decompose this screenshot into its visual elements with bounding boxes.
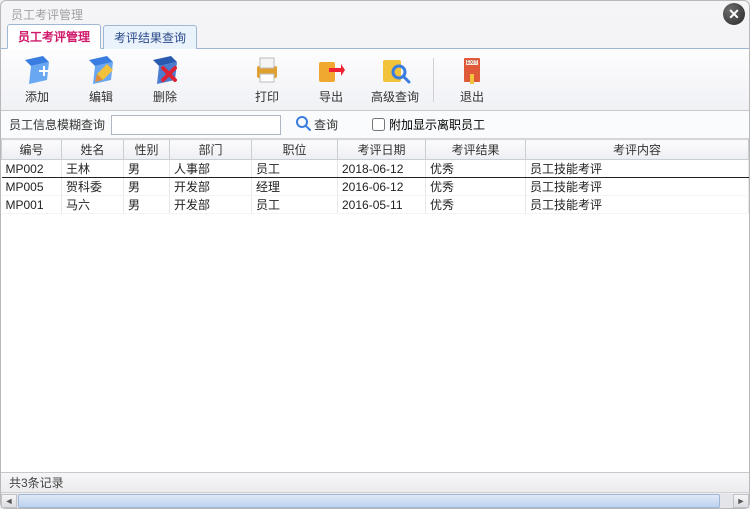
table-header-row: 编号 姓名 性别 部门 职位 考评日期 考评结果 考评内容 (2, 140, 749, 160)
tab-review-result-query[interactable]: 考评结果查询 (103, 25, 197, 49)
close-button[interactable]: ✕ (723, 3, 745, 25)
tab-label: 员工考评管理 (18, 30, 90, 44)
col-header-pos[interactable]: 职位 (252, 140, 338, 160)
checkbox-input[interactable] (372, 118, 385, 131)
cell-pos: 员工 (252, 196, 338, 214)
cell-content: 员工技能考评 (526, 160, 749, 178)
query-button[interactable]: 查询 (287, 113, 346, 136)
add-icon (21, 54, 53, 86)
cell-result: 优秀 (426, 196, 526, 214)
cell-id: MP005 (2, 178, 62, 196)
magnifier-icon (295, 115, 311, 134)
button-label: 编辑 (89, 88, 113, 105)
cell-gender: 男 (124, 178, 170, 196)
exit-icon: EXIT (456, 54, 488, 86)
delete-button[interactable]: 删除 (135, 53, 195, 107)
col-header-result[interactable]: 考评结果 (426, 140, 526, 160)
cell-result: 优秀 (426, 178, 526, 196)
col-header-gender[interactable]: 性别 (124, 140, 170, 160)
table-empty-area (1, 214, 749, 472)
searchbar: 员工信息模糊查询 查询 附加显示离职员工 (1, 111, 749, 139)
toolbar-separator (433, 58, 434, 102)
export-icon (315, 54, 347, 86)
tab-employee-review-mgmt[interactable]: 员工考评管理 (7, 24, 101, 49)
cell-result: 优秀 (426, 160, 526, 178)
query-button-label: 查询 (314, 116, 338, 133)
tab-label: 考评结果查询 (114, 31, 186, 45)
cell-id: MP001 (2, 196, 62, 214)
button-label: 删除 (153, 88, 177, 105)
scroll-thumb[interactable] (18, 494, 720, 508)
cell-content: 员工技能考评 (526, 178, 749, 196)
table-row[interactable]: MP001马六男开发部员工2016-05-11优秀员工技能考评 (2, 196, 749, 214)
close-icon: ✕ (728, 6, 740, 23)
print-icon (251, 54, 283, 86)
col-header-date[interactable]: 考评日期 (338, 140, 426, 160)
show-resigned-checkbox[interactable]: 附加显示离职员工 (372, 116, 485, 133)
exit-button[interactable]: EXIT 退出 (442, 53, 502, 107)
cell-content: 员工技能考评 (526, 196, 749, 214)
cell-id: MP002 (2, 160, 62, 178)
search-label: 员工信息模糊查询 (9, 116, 105, 133)
edit-icon (85, 54, 117, 86)
add-button[interactable]: 添加 (7, 53, 67, 107)
button-label: 导出 (319, 88, 343, 105)
scroll-right-arrow[interactable]: ► (733, 494, 749, 508)
col-header-name[interactable]: 姓名 (62, 140, 124, 160)
cell-date: 2016-05-11 (338, 196, 426, 214)
app-window: 员工考评管理 ✕ 员工考评管理 考评结果查询 添加 编辑 (0, 0, 750, 509)
button-label: 高级查询 (371, 88, 419, 105)
button-label: 退出 (460, 88, 484, 105)
col-header-dept[interactable]: 部门 (170, 140, 252, 160)
search-icon (379, 54, 411, 86)
cell-name: 贺科委 (62, 178, 124, 196)
statusbar: 共3条记录 (1, 472, 749, 492)
print-button[interactable]: 打印 (237, 53, 297, 107)
cell-name: 马六 (62, 196, 124, 214)
toolbar: 添加 编辑 删除 打印 导出 (1, 49, 749, 111)
tabstrip: 员工考评管理 考评结果查询 (1, 27, 749, 49)
export-button[interactable]: 导出 (301, 53, 361, 107)
cell-date: 2016-06-12 (338, 178, 426, 196)
button-label: 添加 (25, 88, 49, 105)
window-title: 员工考评管理 (7, 6, 83, 23)
titlebar: 员工考评管理 ✕ (1, 1, 749, 27)
table-row[interactable]: MP002王林男人事部员工2018-06-12优秀员工技能考评 (2, 160, 749, 178)
table-row[interactable]: MP005贺科委男开发部经理2016-06-12优秀员工技能考评 (2, 178, 749, 196)
cell-date: 2018-06-12 (338, 160, 426, 178)
advanced-search-button[interactable]: 高级查询 (365, 53, 425, 107)
scroll-track[interactable] (17, 494, 733, 508)
cell-dept: 开发部 (170, 178, 252, 196)
button-label: 打印 (255, 88, 279, 105)
svg-text:EXIT: EXIT (466, 60, 477, 66)
col-header-id[interactable]: 编号 (2, 140, 62, 160)
edit-button[interactable]: 编辑 (71, 53, 131, 107)
cell-dept: 人事部 (170, 160, 252, 178)
search-input[interactable] (111, 115, 281, 135)
cell-name: 王林 (62, 160, 124, 178)
data-table: 编号 姓名 性别 部门 职位 考评日期 考评结果 考评内容 MP002王林男人事… (1, 139, 749, 472)
cell-pos: 经理 (252, 178, 338, 196)
cell-pos: 员工 (252, 160, 338, 178)
horizontal-scrollbar[interactable]: ◄ ► (1, 492, 749, 508)
record-count: 共3条记录 (9, 474, 64, 491)
checkbox-label: 附加显示离职员工 (389, 116, 485, 133)
scroll-left-arrow[interactable]: ◄ (1, 494, 17, 508)
cell-gender: 男 (124, 196, 170, 214)
delete-icon (149, 54, 181, 86)
col-header-content[interactable]: 考评内容 (526, 140, 749, 160)
cell-gender: 男 (124, 160, 170, 178)
cell-dept: 开发部 (170, 196, 252, 214)
